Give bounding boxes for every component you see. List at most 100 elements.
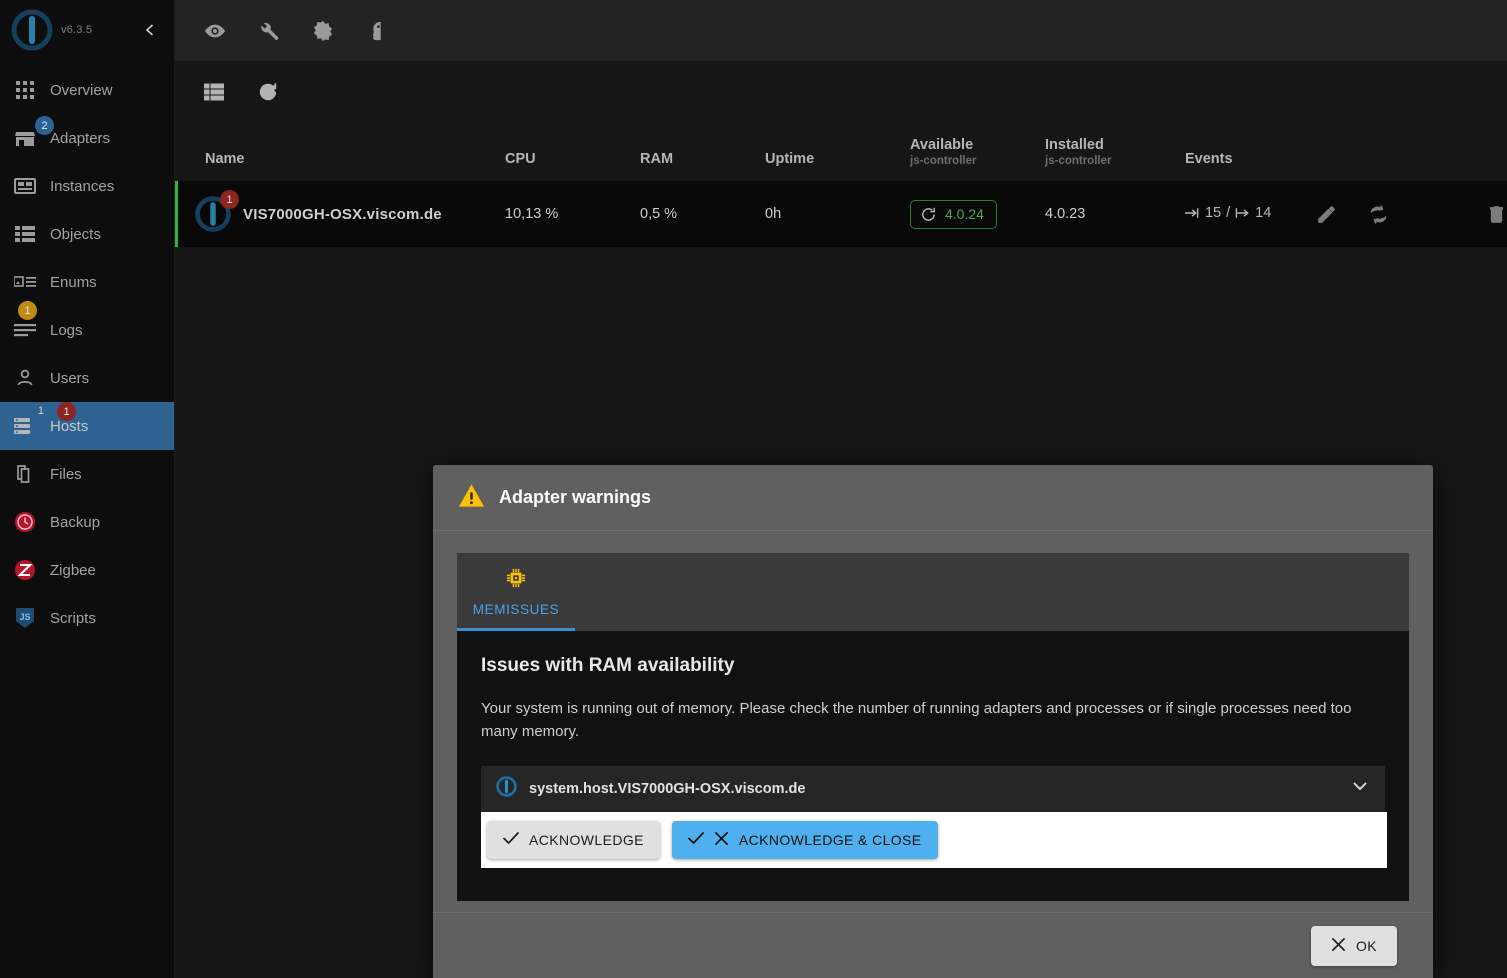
top-toolbar <box>175 0 1507 61</box>
panel-text: Your system is running out of memory. Pl… <box>481 700 1352 741</box>
host-warning-badge: 1 <box>220 190 239 209</box>
sidebar-item-adapters[interactable]: 2 Adapters <box>0 114 174 162</box>
column-name: Name <box>205 151 245 167</box>
hosts-icon: 1 1 <box>12 402 76 439</box>
column-cpu: CPU <box>505 151 536 167</box>
eye-icon[interactable] <box>201 17 229 45</box>
sidebar-header: v6.3.5 <box>0 0 174 60</box>
cell-ram: 0,5 % <box>640 206 678 222</box>
tab-label: MEMISSUES <box>472 602 560 617</box>
column-installed: Installed js-controller <box>1045 123 1185 181</box>
column-available-sub: js-controller <box>910 155 977 167</box>
sidebar-sup-hosts: 1 <box>37 405 44 417</box>
host-name-cell: 1 VIS7000GH-OSX.viscom.de <box>175 181 505 247</box>
close-icon <box>1331 937 1346 955</box>
dialog-tabbar: MEMISSUES <box>457 553 1409 631</box>
ok-button-label: OK <box>1355 937 1377 954</box>
sidebar-item-label: Adapters <box>50 129 111 147</box>
sidebar-item-files[interactable]: Files <box>0 450 174 498</box>
cell-installed: 4.0.23 <box>1045 206 1086 222</box>
svg-text:JS: JS <box>19 612 30 622</box>
wrench-icon[interactable] <box>255 17 283 45</box>
host-select-row[interactable]: system.host.VIS7000GH-OSX.viscom.de <box>481 765 1385 812</box>
chevron-down-icon[interactable] <box>1351 777 1369 800</box>
status-accent-bar <box>175 181 178 247</box>
dialog-footer: OK <box>433 912 1433 978</box>
sidebar-item-overview[interactable]: Overview <box>0 66 174 114</box>
panel-heading: Issues with RAM availability <box>481 655 735 676</box>
list-view-icon[interactable] <box>201 79 227 105</box>
zigbee-icon <box>12 557 38 583</box>
sidebar-item-label: Enums <box>50 273 97 291</box>
table-header-row: Name CPU RAM Uptime Available js-controll… <box>175 123 1507 181</box>
delete-icon[interactable] <box>1485 201 1507 227</box>
column-ram: RAM <box>640 151 674 167</box>
sidebar-item-hosts[interactable]: 1 1 Hosts <box>0 402 174 450</box>
edit-icon[interactable] <box>1315 201 1337 227</box>
sidebar-item-label: Users <box>50 369 90 387</box>
sidebar-item-instances[interactable]: Instances <box>0 162 174 210</box>
cell-uptime: 0h <box>765 206 782 222</box>
close-icon <box>714 831 729 849</box>
user-icon <box>12 365 38 391</box>
sidebar-item-label: Backup <box>50 513 101 531</box>
iobroker-host-icon: 1 <box>193 190 239 234</box>
column-available: Available js-controller <box>910 123 1045 181</box>
sidebar-item-label: Scripts <box>50 609 96 627</box>
scripts-js-icon: JS <box>12 605 38 631</box>
sidebar-badge-hosts: 1 <box>57 402 76 421</box>
sidebar-nav: Overview 2 Adapters Instances Objects En… <box>0 66 174 642</box>
dialog-inner-panel: MEMISSUES Issues with RAM availability Y… <box>457 553 1409 901</box>
check-icon <box>503 831 519 848</box>
sidebar-item-scripts[interactable]: JS Scripts <box>0 594 174 642</box>
cell-actions <box>1315 181 1507 247</box>
app-root: v6.3.5 Overview 2 Adapters Instances Obj… <box>0 0 1507 978</box>
grid-icon <box>12 77 38 103</box>
sidebar-badge-adapters: 2 <box>35 116 54 135</box>
table-row[interactable]: 1 VIS7000GH-OSX.viscom.de 10,13 % 0,5 % … <box>175 181 1507 247</box>
tab-memissues[interactable]: MEMISSUES <box>457 553 575 631</box>
sidebar-item-zigbee[interactable]: Zigbee <box>0 546 174 594</box>
store-icon: 2 <box>12 116 54 151</box>
restart-icon[interactable] <box>1367 201 1389 227</box>
refresh-icon[interactable] <box>255 79 281 105</box>
sidebar-item-label: Files <box>50 465 82 483</box>
acknowledge-bar: ACKNOWLEDGE ACKNOWLEDGE & CLOSE <box>481 811 1387 868</box>
list-icon <box>12 221 38 247</box>
iobroker-small-icon <box>495 775 518 803</box>
sidebar-item-backup[interactable]: Backup <box>0 498 174 546</box>
update-available-button[interactable]: 4.0.24 <box>910 199 997 229</box>
dialog-title-bar: Adapter warnings <box>433 465 1433 531</box>
ok-button[interactable]: OK <box>1310 925 1397 966</box>
sidebar-item-enums[interactable]: Enums <box>0 258 174 306</box>
acknowledge-close-button-label: ACKNOWLEDGE & CLOSE <box>738 831 922 848</box>
host-name: VIS7000GH-OSX.viscom.de <box>243 205 442 223</box>
acknowledge-close-button[interactable]: ACKNOWLEDGE & CLOSE <box>671 820 938 859</box>
events-out: 14 <box>1255 205 1272 221</box>
hosts-table: Name CPU RAM Uptime Available js-controll… <box>175 123 1507 247</box>
instances-icon <box>12 173 38 199</box>
sidebar-item-objects[interactable]: Objects <box>0 210 174 258</box>
logs-icon: 1 <box>12 301 38 343</box>
expert-mode-head-icon[interactable] <box>363 17 391 45</box>
column-actions <box>1315 123 1507 181</box>
dialog-panel: Issues with RAM availability Your system… <box>457 631 1409 901</box>
files-icon <box>12 461 38 487</box>
column-events: Events <box>1185 151 1233 167</box>
available-version: 4.0.24 <box>945 206 984 222</box>
iobroker-logo-icon <box>10 8 54 52</box>
sidebar-item-logs[interactable]: 1 Logs <box>0 301 174 354</box>
content-toolbar <box>175 61 1507 123</box>
acknowledge-button[interactable]: ACKNOWLEDGE <box>487 820 660 859</box>
sidebar-item-users[interactable]: Users <box>0 354 174 402</box>
column-uptime: Uptime <box>765 151 815 167</box>
main-area: Name CPU RAM Uptime Available js-controll… <box>175 0 1507 978</box>
chevron-left-icon[interactable] <box>138 18 162 42</box>
column-installed-sub: js-controller <box>1045 155 1112 167</box>
brightness-icon[interactable] <box>309 17 337 45</box>
cell-events: 15 / 14 <box>1185 181 1315 247</box>
sidebar-item-label: Objects <box>50 225 101 243</box>
dialog-title: Adapter warnings <box>499 487 652 507</box>
memory-chip-icon <box>505 567 527 594</box>
host-select-label: system.host.VIS7000GH-OSX.viscom.de <box>529 780 806 797</box>
